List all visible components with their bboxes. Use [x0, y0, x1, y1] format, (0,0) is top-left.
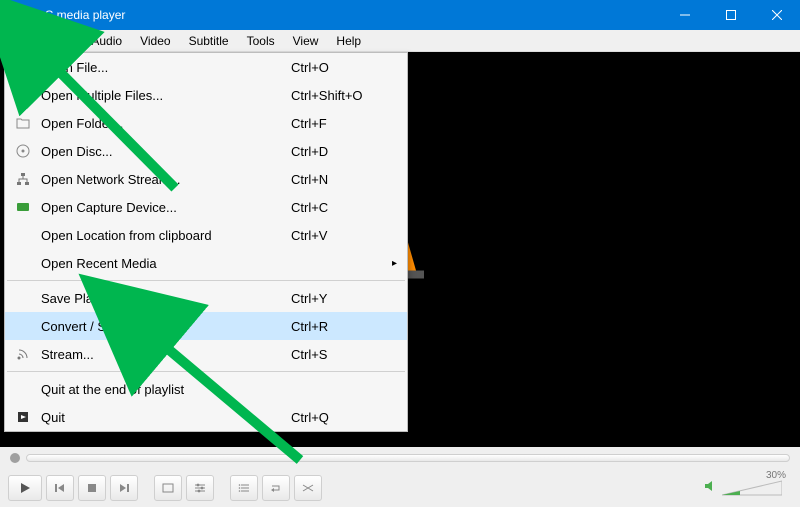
menu-open-folder[interactable]: Open Folder... Ctrl+F	[5, 109, 407, 137]
play-file-icon	[11, 60, 35, 74]
menu-quit[interactable]: Quit Ctrl+Q	[5, 403, 407, 431]
folder-icon	[11, 117, 35, 129]
volume-percent: 30%	[766, 470, 786, 481]
menu-stream[interactable]: Stream... Ctrl+S	[5, 340, 407, 368]
menu-help[interactable]: Help	[328, 32, 369, 50]
playlist-button[interactable]	[230, 475, 258, 501]
speaker-icon[interactable]	[704, 479, 718, 498]
vlc-cone-icon	[8, 7, 24, 23]
seekbar[interactable]	[0, 447, 800, 469]
next-button[interactable]	[110, 475, 138, 501]
menu-view[interactable]: View	[285, 32, 327, 50]
stream-icon	[11, 347, 35, 361]
menu-video[interactable]: Video	[132, 32, 178, 50]
menu-convert-save[interactable]: Convert / Save... Ctrl+R	[5, 312, 407, 340]
bottom-bar: 30%	[0, 447, 800, 507]
menu-audio[interactable]: Audio	[83, 32, 130, 50]
titlebar: VLC media player	[0, 0, 800, 30]
menu-open-clipboard[interactable]: Open Location from clipboard Ctrl+V	[5, 221, 407, 249]
menu-open-network-stream[interactable]: Open Network Stream... Ctrl+N	[5, 165, 407, 193]
close-button[interactable]	[754, 0, 800, 30]
menu-separator	[7, 371, 405, 372]
quit-icon	[11, 410, 35, 424]
submenu-arrow-icon: ▸	[392, 258, 397, 269]
disc-icon	[11, 144, 35, 158]
play-button[interactable]	[8, 475, 42, 501]
menu-open-multiple-files[interactable]: Open Multiple Files... Ctrl+Shift+O	[5, 81, 407, 109]
extended-settings-button[interactable]	[186, 475, 214, 501]
playback-controls	[0, 469, 800, 507]
menu-quit-end-playlist[interactable]: Quit at the end of playlist	[5, 375, 407, 403]
minimize-button[interactable]	[662, 0, 708, 30]
stop-button[interactable]	[78, 475, 106, 501]
menu-open-recent[interactable]: Open Recent Media ▸	[5, 249, 407, 277]
menubar: Media ack Audio Video Subtitle Tools Vie…	[0, 30, 800, 52]
window-title: VLC media player	[30, 8, 125, 22]
menu-subtitle[interactable]: Subtitle	[181, 32, 237, 50]
maximize-button[interactable]	[708, 0, 754, 30]
seek-track[interactable]	[26, 454, 790, 462]
menu-open-disc[interactable]: Open Disc... Ctrl+D	[5, 137, 407, 165]
play-file-icon	[11, 88, 35, 102]
menu-separator	[7, 280, 405, 281]
menu-tools[interactable]: Tools	[239, 32, 283, 50]
volume-area	[704, 479, 792, 498]
prev-button[interactable]	[46, 475, 74, 501]
shuffle-button[interactable]	[294, 475, 322, 501]
volume-slider[interactable]	[722, 479, 782, 497]
caption-buttons	[662, 0, 800, 30]
fullscreen-button[interactable]	[154, 475, 182, 501]
capture-icon	[11, 201, 35, 213]
loop-button[interactable]	[262, 475, 290, 501]
menu-open-capture-device[interactable]: Open Capture Device... Ctrl+C	[5, 193, 407, 221]
seek-dot-icon	[10, 453, 20, 463]
menu-open-file[interactable]: Open File... Ctrl+O	[5, 53, 407, 81]
media-dropdown: Open File... Ctrl+O Open Multiple Files.…	[4, 52, 408, 432]
menu-media[interactable]: Media	[4, 32, 53, 50]
network-icon	[11, 172, 35, 186]
menu-playback-partial[interactable]: ack	[55, 32, 82, 50]
menu-save-playlist[interactable]: Save Playlist to File... Ctrl+Y	[5, 284, 407, 312]
